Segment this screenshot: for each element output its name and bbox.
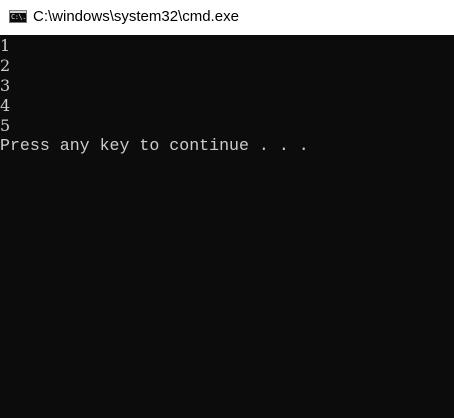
console-output-area[interactable]: 1 2 3 4 5 Press any key to continue . . … bbox=[0, 35, 454, 418]
console-lines: 1 2 3 4 5 Press any key to continue . . … bbox=[0, 36, 309, 156]
console-line: 5 bbox=[0, 116, 11, 135]
press-any-key-prompt: Press any key to continue . . . bbox=[0, 136, 309, 155]
window-title: C:\windows\system32\cmd.exe bbox=[33, 8, 239, 25]
console-line: 2 bbox=[0, 56, 11, 75]
title-bar[interactable]: C:\. C:\windows\system32\cmd.exe bbox=[0, 0, 454, 35]
cmd-icon-glyph: C:\. bbox=[11, 13, 26, 21]
console-line: 4 bbox=[0, 96, 11, 115]
console-line: 3 bbox=[0, 76, 11, 95]
cmd-window: C:\. C:\windows\system32\cmd.exe 1 2 3 4… bbox=[0, 0, 454, 418]
cmd-icon[interactable]: C:\. bbox=[9, 10, 27, 23]
console-line: 1 bbox=[0, 36, 11, 55]
